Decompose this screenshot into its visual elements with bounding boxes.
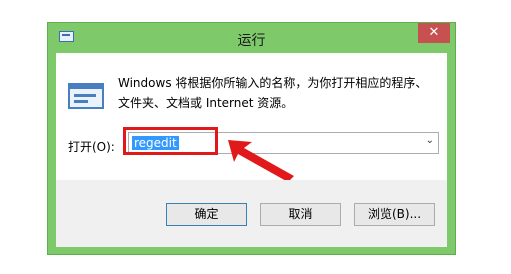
description-line-2: 文件夹、文档或 Internet 资源。 <box>118 96 294 110</box>
button-panel: 确定 取消 浏览(B)... <box>56 180 447 247</box>
run-dialog: 运行 ✕ Windows 将根据你所输入的名称，为你打开相应的程序、 文件夹、文… <box>47 22 456 255</box>
description: Windows 将根据你所输入的名称，为你打开相应的程序、 文件夹、文档或 In… <box>118 73 438 113</box>
browse-button[interactable]: 浏览(B)... <box>354 203 435 226</box>
close-icon[interactable]: ✕ <box>418 23 450 43</box>
open-label: 打开(O): <box>68 140 115 154</box>
ok-button[interactable]: 确定 <box>166 203 247 226</box>
cancel-button[interactable]: 取消 <box>260 203 341 226</box>
highlight-box <box>123 127 218 155</box>
description-line-1: Windows 将根据你所输入的名称，为你打开相应的程序、 <box>118 76 428 90</box>
dialog-body: Windows 将根据你所输入的名称，为你打开相应的程序、 文件夹、文档或 In… <box>56 53 447 247</box>
arrow-annotation <box>228 140 294 182</box>
title-bar[interactable]: 运行 ✕ <box>48 23 455 53</box>
window-title: 运行 <box>237 33 266 49</box>
run-icon <box>68 83 104 109</box>
chevron-down-icon[interactable]: ⌄ <box>426 135 434 146</box>
